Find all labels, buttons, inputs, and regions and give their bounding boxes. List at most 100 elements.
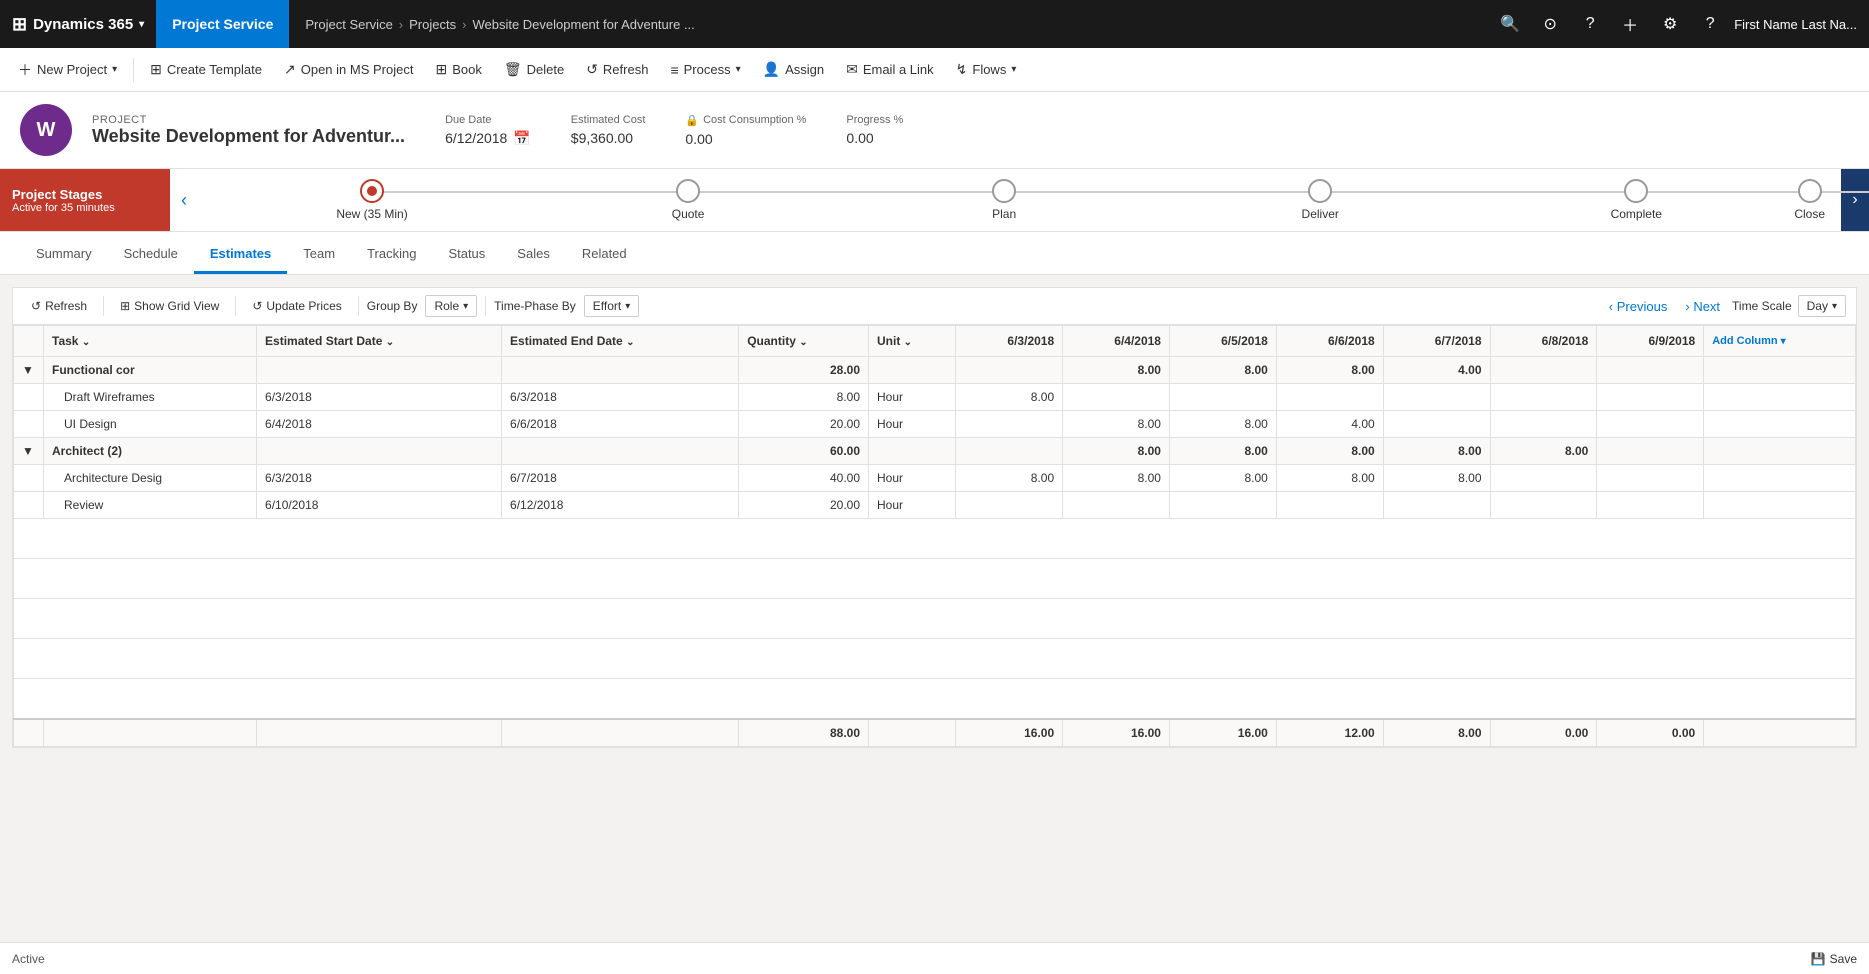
stage-nav-right-button[interactable]: › [1841, 169, 1869, 231]
stage-item-new[interactable]: New (35 Min) [214, 179, 530, 221]
add-column-button[interactable]: Add Column ▾ [1704, 326, 1856, 357]
end-cell: 6/3/2018 [502, 384, 739, 411]
open-ms-project-button[interactable]: ↗ Open in MS Project [274, 55, 423, 84]
previous-button[interactable]: ‹ Previous [1603, 295, 1674, 318]
status-badge: Active [12, 952, 45, 966]
book-icon: ⊞ [435, 61, 447, 78]
update-prices-icon: ↺ [252, 299, 262, 313]
email-a-link-button[interactable]: ✉ Email a Link [836, 55, 944, 84]
expand-cell[interactable]: ▼ [14, 357, 44, 384]
show-grid-view-button[interactable]: ⊞ Show Grid View [112, 294, 227, 318]
d6-cell [1490, 465, 1597, 492]
d2-cell: 8.00 [1063, 411, 1170, 438]
breadcrumb-item-1[interactable]: Project Service [305, 17, 392, 32]
estimates-area: ↺ Refresh ⊞ Show Grid View ↺ Update Pric… [0, 275, 1869, 760]
add-icon[interactable]: ＋ [1614, 8, 1646, 40]
tab-related[interactable]: Related [566, 232, 643, 274]
delete-button[interactable]: 🗑 Delete [494, 55, 574, 84]
d4-cell: 8.00 [1276, 438, 1383, 465]
tab-sales[interactable]: Sales [501, 232, 566, 274]
time-scale-dropdown[interactable]: Day ▾ [1798, 295, 1846, 317]
add-cell [1704, 384, 1856, 411]
create-template-button[interactable]: ⊞ Create Template [140, 55, 272, 84]
col-task[interactable]: Task ⌄ [44, 326, 257, 357]
process-button[interactable]: ≡ Process ▾ [660, 56, 750, 84]
toolbar-sep-1 [103, 296, 104, 316]
col-d6: 6/8/2018 [1490, 326, 1597, 357]
user-name[interactable]: First Name Last Na... [1734, 17, 1857, 32]
task-cell: Review [44, 492, 257, 519]
refresh-icon: ↺ [586, 61, 598, 78]
time-phase-dropdown[interactable]: Effort ▾ [584, 295, 640, 317]
stage-nav-left-button[interactable]: ‹ [170, 169, 198, 231]
book-button[interactable]: ⊞ Book [425, 55, 491, 84]
calendar-icon[interactable]: 📅 [513, 130, 530, 147]
estimates-refresh-button[interactable]: ↺ Refresh [23, 294, 95, 318]
stage-name-close: Close [1794, 207, 1825, 221]
d7-cell [1597, 384, 1704, 411]
tab-team[interactable]: Team [287, 232, 351, 274]
total-quantity-cell: 88.00 [739, 719, 869, 747]
stage-circle-plan [992, 179, 1016, 203]
task-sort-icon: ⌄ [82, 337, 90, 348]
brand-logo[interactable]: ⊞ Dynamics 365 ▾ [0, 0, 156, 48]
group-by-dropdown[interactable]: Role ▾ [425, 295, 477, 317]
stage-item-deliver[interactable]: Deliver [1162, 179, 1478, 221]
task-cell: Draft Wireframes [44, 384, 257, 411]
estimates-table: Task ⌄ Estimated Start Date ⌄ Estimated … [13, 325, 1856, 747]
new-project-button[interactable]: ＋ New Project ▾ [8, 54, 127, 86]
breadcrumb-item-2[interactable]: Projects [409, 17, 456, 32]
chevron-down-icon[interactable]: ▾ [112, 64, 117, 75]
progress-label: Progress % [846, 114, 903, 126]
help-globe-icon[interactable]: ? [1574, 8, 1606, 40]
d2-cell: 8.00 [1063, 357, 1170, 384]
total-start-cell [257, 719, 502, 747]
col-start-date[interactable]: Estimated Start Date ⌄ [257, 326, 502, 357]
total-add-cell [1704, 719, 1856, 747]
status-bar-right: 💾 Save [1811, 952, 1857, 966]
breadcrumb-item-3[interactable]: Website Development for Adventure ... [472, 17, 694, 32]
progress-value: 0.00 [846, 130, 903, 146]
stage-name-complete: Complete [1611, 207, 1662, 221]
search-icon[interactable]: 🔍 [1494, 8, 1526, 40]
quantity-cell: 20.00 [739, 492, 869, 519]
d1-cell: 8.00 [956, 384, 1063, 411]
empty-row [14, 519, 1856, 559]
col-d3: 6/5/2018 [1169, 326, 1276, 357]
brand-chevron[interactable]: ▾ [139, 19, 144, 30]
expand-cell [14, 411, 44, 438]
d1-cell [956, 438, 1063, 465]
d2-cell [1063, 492, 1170, 519]
save-button[interactable]: 💾 Save [1811, 952, 1857, 966]
stage-item-quote[interactable]: Quote [530, 179, 846, 221]
expand-cell[interactable]: ▼ [14, 438, 44, 465]
tab-status[interactable]: Status [432, 232, 501, 274]
col-d5: 6/7/2018 [1383, 326, 1490, 357]
totals-row: 88.00 16.00 16.00 16.00 12.00 8.00 0.00 … [14, 719, 1856, 747]
update-prices-button[interactable]: ↺ Update Prices [244, 294, 349, 318]
create-template-icon: ⊞ [150, 61, 162, 78]
col-end-date[interactable]: Estimated End Date ⌄ [502, 326, 739, 357]
refresh-button[interactable]: ↺ Refresh [576, 55, 658, 84]
tab-summary[interactable]: Summary [20, 232, 108, 274]
question-icon[interactable]: ? [1694, 8, 1726, 40]
assign-button[interactable]: 👤 Assign [753, 55, 834, 84]
new-project-icon: ＋ [18, 60, 32, 80]
start-cell [257, 357, 502, 384]
tab-schedule[interactable]: Schedule [108, 232, 194, 274]
col-unit[interactable]: Unit ⌄ [869, 326, 956, 357]
tab-estimates[interactable]: Estimates [194, 232, 287, 274]
d5-cell [1383, 411, 1490, 438]
stage-item-close[interactable]: Close [1794, 179, 1825, 221]
start-cell: 6/4/2018 [257, 411, 502, 438]
flows-button[interactable]: ↯ Flows ▾ [946, 55, 1027, 84]
favorite-icon[interactable]: ⊙ [1534, 8, 1566, 40]
table-row: Draft Wireframes 6/3/2018 6/3/2018 8.00 … [14, 384, 1856, 411]
stage-item-plan[interactable]: Plan [846, 179, 1162, 221]
next-button[interactable]: › Next [1679, 295, 1726, 318]
tab-tracking[interactable]: Tracking [351, 232, 432, 274]
stage-item-complete[interactable]: Complete [1478, 179, 1794, 221]
col-quantity[interactable]: Quantity ⌄ [739, 326, 869, 357]
settings-icon[interactable]: ⚙ [1654, 8, 1686, 40]
total-d1-cell: 16.00 [956, 719, 1063, 747]
